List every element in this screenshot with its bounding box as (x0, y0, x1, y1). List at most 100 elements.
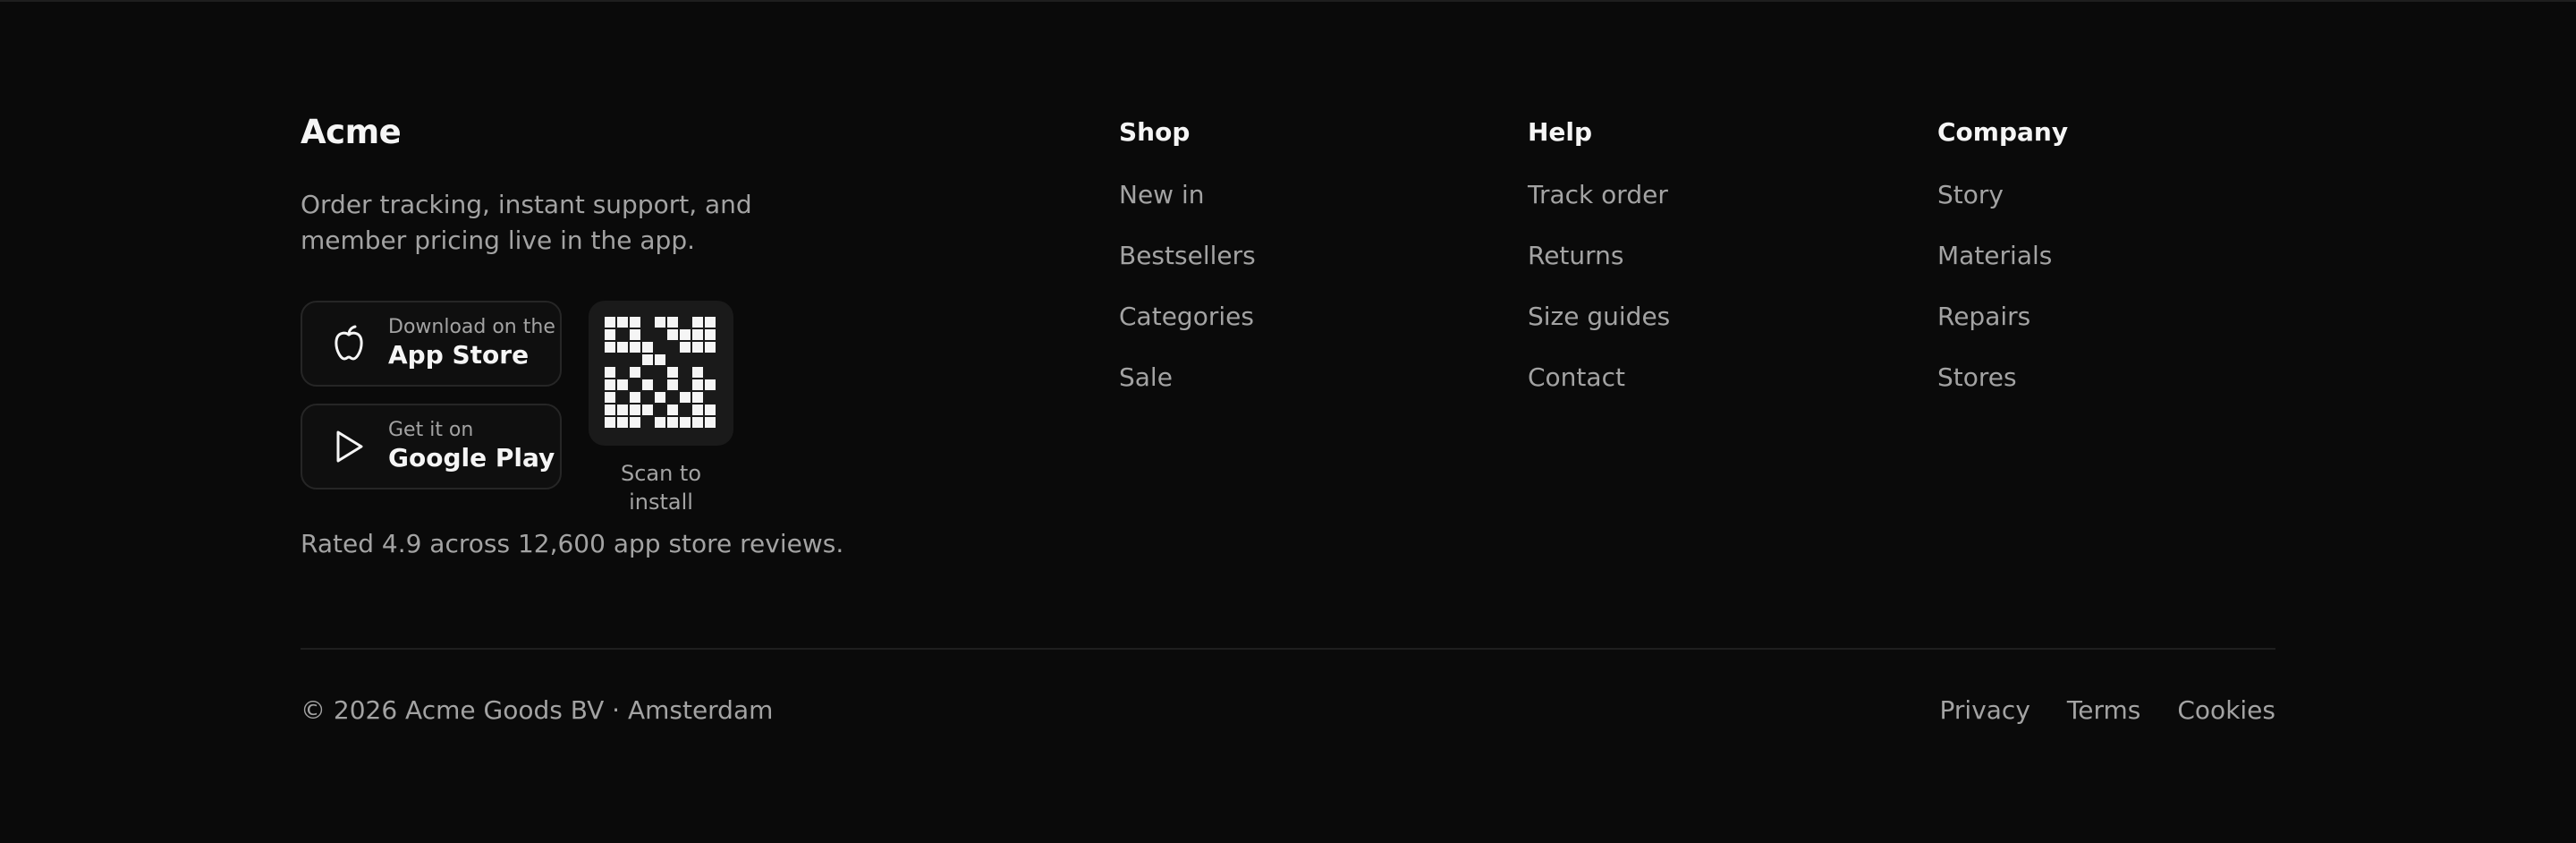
qr-module (705, 417, 716, 428)
qr-module (655, 354, 665, 365)
qr-module (642, 379, 653, 390)
qr-module (630, 417, 640, 428)
qr-module (655, 404, 665, 415)
column-heading-company: Company (1937, 117, 2069, 147)
qr-module (667, 404, 678, 415)
qr-module (630, 354, 640, 365)
qr-module (630, 367, 640, 378)
column-heading-help: Help (1528, 117, 1593, 147)
google-play-small-label: Get it on (388, 419, 474, 441)
qr-module (617, 367, 628, 378)
qr-module (705, 329, 716, 340)
footer-link-categories[interactable]: Categories (1119, 299, 1256, 360)
qr-module (630, 404, 640, 415)
qr-module (655, 379, 665, 390)
footer-column-shop: Shop New in Bestsellers Categories Sale (1119, 116, 1256, 421)
qr-module (617, 354, 628, 365)
qr-module (617, 417, 628, 428)
qr-module (617, 404, 628, 415)
qr-module (605, 342, 615, 353)
footer-divider (301, 648, 2275, 650)
google-play-label: Google Play (388, 443, 555, 473)
qr-module (642, 367, 653, 378)
qr-module (617, 317, 628, 328)
footer-link-repairs[interactable]: Repairs (1937, 299, 2068, 360)
footer-link-new-in[interactable]: New in (1119, 177, 1256, 238)
qr-module (705, 367, 716, 378)
footer-column-help: Help Track order Returns Size guides Con… (1528, 116, 1670, 421)
qr-module (630, 379, 640, 390)
qr-module (617, 379, 628, 390)
app-store-button[interactable]: Download on the App Store (301, 301, 562, 387)
qr-module (667, 367, 678, 378)
column-heading-shop: Shop (1119, 117, 1191, 147)
qr-module (680, 342, 691, 353)
app-store-small-label: Download on the (388, 316, 555, 338)
play-icon (329, 427, 369, 466)
qr-module (667, 342, 678, 353)
footer-link-sale[interactable]: Sale (1119, 360, 1256, 421)
qr-module (667, 354, 678, 365)
legal-link-privacy[interactable]: Privacy (1940, 693, 2030, 728)
qr-module (692, 317, 703, 328)
footer-link-contact[interactable]: Contact (1528, 360, 1670, 421)
copyright-text: © 2026 Acme Goods BV · Amsterdam (301, 695, 774, 725)
qr-module (705, 342, 716, 353)
app-store-text: Download on the App Store (388, 316, 555, 371)
qr-module (630, 317, 640, 328)
qr-module (642, 354, 653, 365)
qr-module (630, 329, 640, 340)
qr-module (605, 392, 615, 403)
qr-module (605, 317, 615, 328)
qr-module (692, 417, 703, 428)
legal-link-terms[interactable]: Terms (2067, 693, 2140, 728)
rating-text: Rated 4.9 across 12,600 app store review… (301, 529, 844, 558)
qr-module (692, 379, 703, 390)
qr-module (655, 342, 665, 353)
qr-module (692, 354, 703, 365)
qr-module (680, 404, 691, 415)
qr-module (605, 354, 615, 365)
footer-link-story[interactable]: Story (1937, 177, 2068, 238)
qr-module (692, 329, 703, 340)
qr-module (605, 379, 615, 390)
qr-module (630, 392, 640, 403)
app-store-label: App Store (388, 340, 530, 370)
qr-code-grid (605, 317, 717, 430)
qr-module (655, 329, 665, 340)
qr-module (680, 317, 691, 328)
qr-module (667, 329, 678, 340)
qr-module (680, 392, 691, 403)
qr-module (642, 404, 653, 415)
qr-module (617, 329, 628, 340)
qr-module (692, 404, 703, 415)
brand-name[interactable]: Acme (301, 114, 402, 151)
legal-link-cookies[interactable]: Cookies (2177, 693, 2275, 728)
qr-module (642, 342, 653, 353)
qr-module (692, 392, 703, 403)
qr-caption: Scan to install (620, 461, 702, 515)
footer-link-track-order[interactable]: Track order (1528, 177, 1670, 238)
qr-module (605, 367, 615, 378)
qr-module (692, 367, 703, 378)
qr-module (680, 417, 691, 428)
google-play-button[interactable]: Get it on Google Play (301, 404, 562, 490)
qr-module (705, 317, 716, 328)
qr-module (630, 342, 640, 353)
apple-icon (329, 324, 369, 363)
footer-link-returns[interactable]: Returns (1528, 238, 1670, 299)
qr-module (655, 417, 665, 428)
footer-link-materials[interactable]: Materials (1937, 238, 2068, 299)
qr-module (655, 392, 665, 403)
qr-module (705, 354, 716, 365)
brand-tagline: Order tracking, instant support, and mem… (301, 190, 752, 255)
qr-module (642, 392, 653, 403)
qr-module (680, 354, 691, 365)
footer-link-stores[interactable]: Stores (1937, 360, 2068, 421)
footer-link-bestsellers[interactable]: Bestsellers (1119, 238, 1256, 299)
qr-code (589, 301, 733, 446)
qr-module (705, 404, 716, 415)
qr-module (655, 367, 665, 378)
qr-module (692, 342, 703, 353)
footer-link-size-guides[interactable]: Size guides (1528, 299, 1670, 360)
